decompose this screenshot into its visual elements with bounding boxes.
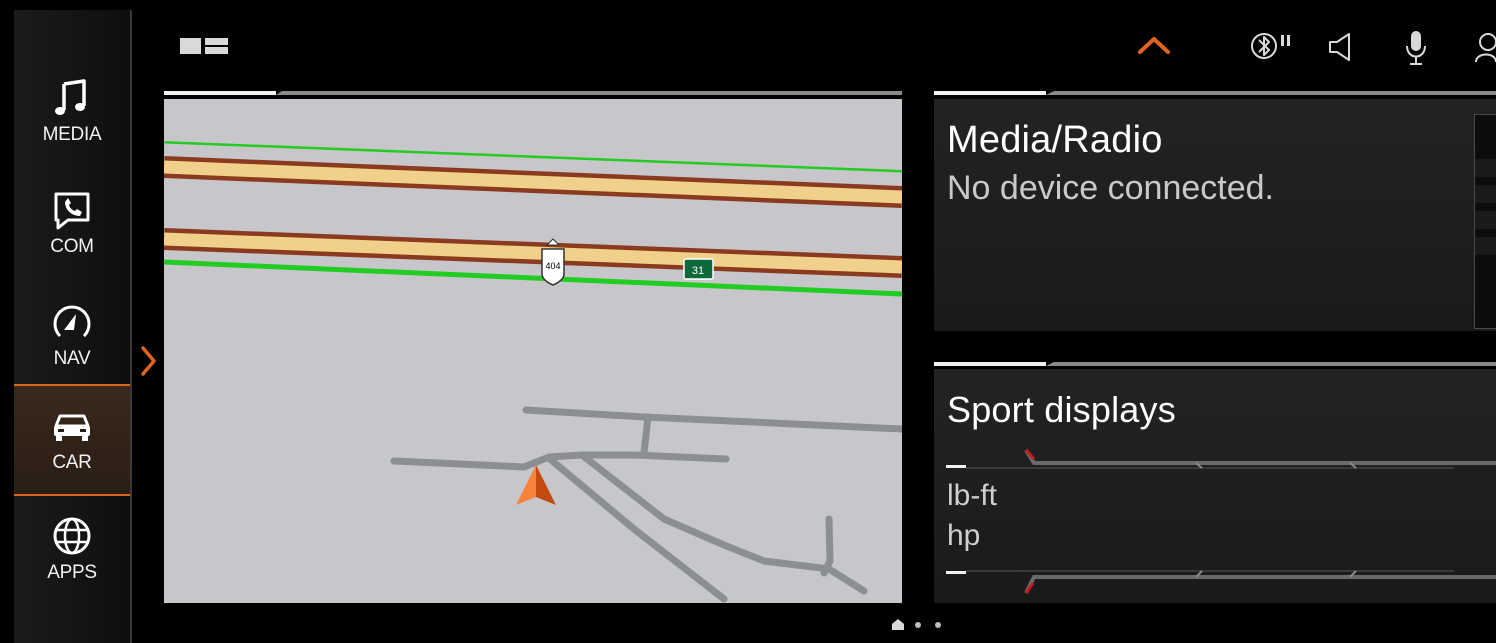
sidebar-item-com[interactable]: COM [14,170,130,278]
microphone-icon[interactable] [1402,28,1430,68]
home-page-icon [892,619,904,630]
page-dot [935,622,941,628]
sidebar-item-label: APPS [47,562,97,583]
phone-screen-icon [54,192,90,230]
globe-icon [53,517,91,555]
page-indicator[interactable] [890,617,950,631]
chevron-up-icon[interactable] [1136,28,1172,68]
sport-gauge-frame-bottom [946,570,1496,594]
sidebar-item-label: COM [50,236,94,257]
split-screen-layout-icon[interactable] [180,38,230,54]
sidebar-item-media[interactable]: MEDIA [14,58,130,166]
media-cover-placeholder [1474,114,1496,329]
navigation-arrow-icon [53,305,91,338]
expand-chevron-right-icon[interactable] [139,345,159,377]
power-unit-label: hp [947,519,981,552]
speaker-icon[interactable] [1326,28,1358,68]
main-menu-sidebar: MEDIA COM NAV CAR APPS [14,10,132,643]
highway-upper [164,141,902,208]
car-icon [54,414,90,441]
sidebar-item-apps[interactable]: APPS [14,496,130,604]
torque-unit-label: lb-ft [947,479,998,512]
highway-shield-number: 404 [545,261,560,271]
sidebar-item-label: CAR [52,452,92,473]
highway-lower [164,228,902,297]
navigation-map[interactable]: 404 31 [164,99,902,603]
music-note-icon [55,79,86,115]
exit-sign-31[interactable]: 31 [683,258,714,280]
sport-gauge-frame-top [946,448,1496,469]
sport-panel-title: Sport displays [947,389,1176,430]
local-roads [390,406,902,603]
exit-sign-number: 31 [692,265,704,277]
sidebar-item-car[interactable]: CAR [14,384,130,496]
vehicle-position-arrow-icon [516,465,556,505]
sidebar-item-label: NAV [53,348,91,369]
bluetooth-icon[interactable] [1250,28,1294,68]
media-panel-header-line [934,91,1496,95]
infotainment-screen: MEDIA COM NAV CAR APPS 404 31 Media/Radi… [0,0,1496,643]
user-icon[interactable] [1474,28,1496,68]
sidebar-item-nav[interactable]: NAV [14,282,130,390]
sport-displays-widget[interactable]: Sport displays lb-ft hp [934,369,1496,603]
sidebar-item-label: MEDIA [42,124,102,145]
map-tile-header-line [164,91,902,95]
media-panel-status: No device connected. [947,169,1274,207]
media-radio-widget[interactable]: Media/Radio No device connected. [934,99,1496,331]
media-panel-title: Media/Radio [947,119,1163,161]
page-dot [915,622,921,628]
